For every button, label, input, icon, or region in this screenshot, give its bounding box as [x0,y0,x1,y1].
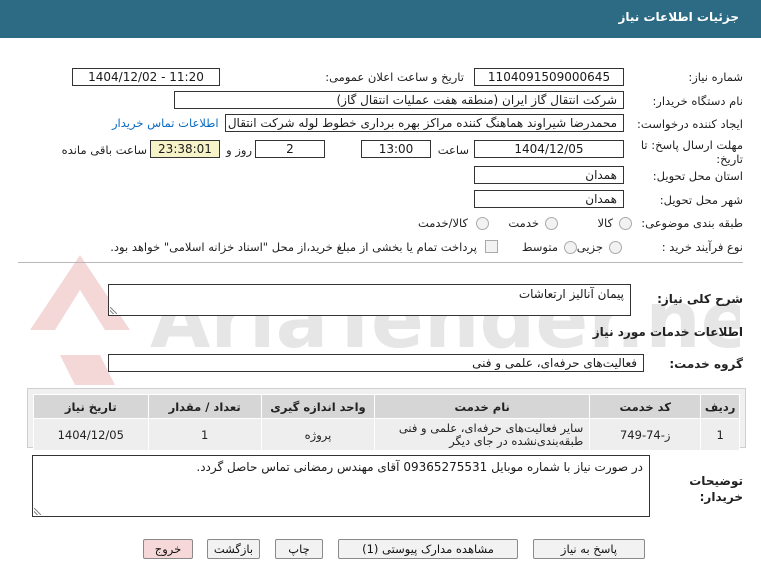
category-label: طبقه بندی موضوعی: [641,216,743,230]
summary-textarea[interactable]: پیمان آنالیز ارتعاشات [108,284,631,316]
process-option-medium: متوسط [521,240,558,254]
cell-date: 1404/12/05 [33,418,149,451]
col-header-unit: واحد اندازه گیری [260,394,376,419]
cell-code: ز-74-749 [589,418,702,451]
creator-label: ایجاد کننده درخواست: [637,117,743,131]
col-header-name: نام خدمت [374,394,591,419]
table-header-row: ردیف کد خدمت نام خدمت واحد اندازه گیری ت… [33,394,740,419]
province-field: همدان [474,166,624,184]
services-section-title: اطلاعات خدمات مورد نیاز [592,325,743,339]
process-radio-minor[interactable] [609,241,622,254]
category-radio-goods-service[interactable] [476,217,489,230]
need-number-field: 1104091509000645 [474,68,624,86]
buyer-field: شرکت انتقال گاز ایران (منطقه هفت عملیات … [174,91,624,109]
col-header-index: ردیف [700,394,740,419]
summary-label: شرح کلی نیاز: [657,292,743,306]
creator-field: محمدرضا شیراوند هماهنگ کننده مراکز بهره … [225,114,624,132]
resize-handle-icon[interactable] [110,307,117,314]
remaining-time-label: ساعت باقی مانده [61,143,147,157]
reply-button[interactable]: پاسخ به نیاز [533,539,645,559]
page-header: جزئیات اطلاعات نیاز [0,0,761,38]
table-row: 1 ز-74-749 سایر فعالیت‌های حرفه‌ای، علمی… [33,418,740,451]
days-label: روز و [226,143,252,157]
cell-unit: پروژه [260,418,376,451]
buyer-label: نام دستگاه خریدار: [652,94,743,108]
cell-name: سایر فعالیت‌های حرفه‌ای، علمی و فنی طبقه… [374,418,591,451]
deadline-time-field: 13:00 [361,140,431,158]
view-attachments-button[interactable]: مشاهده مدارک پیوستی (1) [338,539,518,559]
category-option-goods-service: کالا/خدمت [417,216,468,230]
province-label: استان محل تحویل: [652,169,743,183]
col-header-code: کد خدمت [589,394,702,419]
col-header-date: تاریخ نیاز [33,394,149,419]
summary-text: پیمان آنالیز ارتعاشات [518,287,624,301]
need-number-label: شماره نیاز: [688,70,743,84]
exit-button[interactable]: خروج [143,539,193,559]
city-field: همدان [474,190,624,208]
announce-field: 1404/12/02 - 11:20 [72,68,220,86]
announce-label: تاریخ و ساعت اعلان عمومی: [325,70,464,84]
buyer-notes-text: در صورت نیاز با شماره موبایل 09365275531… [196,460,643,474]
col-header-qty: تعداد / مقدار [147,394,262,419]
cell-qty: 1 [147,418,262,451]
cell-index: 1 [700,418,740,451]
resize-handle-icon[interactable] [34,508,41,515]
section-divider [18,262,743,263]
days-field: 2 [255,140,325,158]
category-radio-goods[interactable] [619,217,632,230]
category-option-service: خدمت [508,216,539,230]
print-button[interactable]: چاپ [275,539,323,559]
service-group-field: فعالیت‌های حرفه‌ای، علمی و فنی [108,354,644,372]
back-button[interactable]: بازگشت [207,539,260,559]
deadline-time-label: ساعت [437,143,469,157]
page-title: جزئیات اطلاعات نیاز [618,10,739,24]
deadline-date-field: 1404/12/05 [474,140,624,158]
deadline-label: مهلت ارسال پاسخ: تا تاریخ: [640,138,743,166]
contact-info-link[interactable]: اطلاعات تماس خریدار [112,116,219,130]
process-type-label: نوع فرآیند خرید : [661,240,743,254]
remaining-time-field: 23:38:01 [150,140,220,158]
services-table-container: ردیف کد خدمت نام خدمت واحد اندازه گیری ت… [27,388,746,451]
buyer-notes-textarea[interactable]: در صورت نیاز با شماره موبایل 09365275531… [32,455,650,517]
process-option-minor: جزیی [576,240,603,254]
process-radio-medium[interactable] [564,241,577,254]
treasury-checkbox[interactable] [485,240,498,253]
city-label: شهر محل تحویل: [659,193,743,207]
service-group-label: گروه خدمت: [669,357,743,371]
category-option-goods: کالا [597,216,613,230]
category-radio-service[interactable] [545,217,558,230]
payment-note: پرداخت تمام یا بخشی از مبلغ خرید،از محل … [110,240,477,254]
services-table: ردیف کد خدمت نام خدمت واحد اندازه گیری ت… [33,394,740,451]
buyer-notes-label: توضیحات خریدار: [689,474,743,504]
